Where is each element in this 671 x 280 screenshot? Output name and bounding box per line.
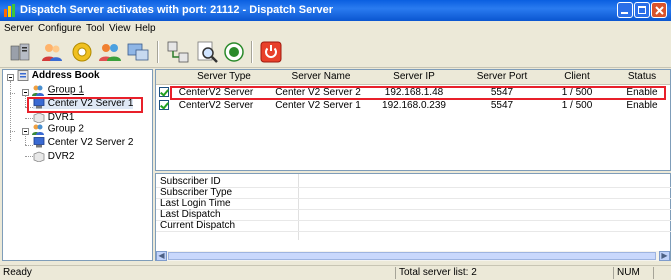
highlight-box <box>27 97 143 113</box>
tree-line <box>10 93 15 94</box>
tree-item-dvr2[interactable]: DVR2 <box>33 151 74 162</box>
details-row: Current Dispatch <box>156 220 671 232</box>
address-book-tree: Address Book Group 1 Center V2 Server 1 … <box>2 69 153 261</box>
address-book-icon <box>17 70 29 81</box>
tree-item-label: Center V2 Server 2 <box>47 137 134 149</box>
menu-tool[interactable]: Tool <box>86 23 104 34</box>
tree-group-label: Group 2 <box>47 123 84 135</box>
row-checkbox[interactable] <box>159 87 169 97</box>
cell-server-name: Center V2 Server 1 <box>275 100 361 111</box>
status-empty-panel <box>653 267 671 279</box>
maximize-button[interactable] <box>634 2 650 18</box>
close-icon <box>655 6 664 15</box>
toolbar-separator <box>157 41 159 63</box>
group-icon <box>32 124 44 135</box>
title-bar: Dispatch Server activates with port: 211… <box>0 0 671 21</box>
search-icon[interactable] <box>195 40 219 64</box>
status-total-servers: Total server list: 2 <box>395 267 595 279</box>
column-header-server-name[interactable]: Server Name <box>276 71 366 82</box>
tree-item-label: DVR1 <box>47 112 75 124</box>
dvr-icon <box>33 112 45 123</box>
minimize-button[interactable] <box>617 2 633 18</box>
connect-icon[interactable] <box>166 40 190 64</box>
tree-group-label: Group 1 <box>47 84 84 96</box>
menu-bar: Server Configure Tool View Help <box>0 21 671 36</box>
cell-server-port: 5547 <box>490 100 514 111</box>
grid-header: Server Type Server Name Server IP Server… <box>156 70 670 85</box>
tree-group-1[interactable]: Group 1 <box>31 84 84 96</box>
detail-label-last-dispatch: Last Dispatch <box>160 209 221 220</box>
detail-label-current-dispatch: Current Dispatch <box>160 220 236 231</box>
menu-view[interactable]: View <box>109 23 131 34</box>
cell-server-type: CenterV2 Server <box>178 100 254 111</box>
window-title: Dispatch Server activates with port: 211… <box>20 4 334 16</box>
cell-status: Enable <box>626 100 658 111</box>
status-ready: Ready <box>3 267 32 278</box>
subscriber-details-pane: Subscriber ID Subscriber Type Last Login… <box>155 173 671 261</box>
menu-server[interactable]: Server <box>4 23 33 34</box>
close-button[interactable] <box>651 2 667 18</box>
group-icon <box>32 85 44 96</box>
table-row[interactable]: CenterV2 Server Center V2 Server 1 192.1… <box>156 100 670 112</box>
power-icon[interactable] <box>259 40 283 64</box>
tree-item-label: DVR2 <box>47 151 75 163</box>
column-header-status[interactable]: Status <box>614 71 670 82</box>
tree-root-address-book[interactable]: Address Book <box>17 70 100 81</box>
column-header-client[interactable]: Client <box>542 71 612 82</box>
tree-root-label: Address Book <box>31 70 100 82</box>
status-bar: Ready Total server list: 2 NUM <box>0 265 671 280</box>
tree-item-dvr1[interactable]: DVR1 <box>33 112 74 123</box>
cell-client: 1 / 500 <box>561 100 593 111</box>
refresh-icon[interactable] <box>222 40 246 64</box>
network-icon[interactable] <box>126 40 150 64</box>
highlight-box <box>170 86 666 100</box>
column-header-server-ip[interactable]: Server IP <box>370 71 458 82</box>
scroll-right-button[interactable]: ▶ <box>659 251 670 261</box>
toolbar-separator <box>251 41 253 63</box>
dvr-icon <box>33 151 45 162</box>
column-header-server-type[interactable]: Server Type <box>186 71 262 82</box>
app-icon <box>4 4 15 17</box>
group-icon[interactable] <box>98 40 122 64</box>
tree-line <box>25 156 33 157</box>
detail-label-subscriber-type: Subscriber Type <box>160 187 233 198</box>
menu-help[interactable]: Help <box>135 23 156 34</box>
server-list-grid: Server Type Server Name Server IP Server… <box>155 69 671 171</box>
tree-group-2[interactable]: Group 2 <box>31 123 84 135</box>
detail-label-last-login-time: Last Login Time <box>160 198 231 209</box>
status-num-lock: NUM <box>613 267 653 279</box>
tree-item-center-v2-server-2[interactable]: Center V2 Server 2 <box>33 137 133 148</box>
horizontal-scrollbar[interactable]: ◀ ▶ <box>156 251 670 261</box>
collapse-toggle[interactable] <box>7 74 14 81</box>
server-icon <box>33 137 45 148</box>
tree-line <box>10 81 11 141</box>
collapse-toggle[interactable] <box>22 89 29 96</box>
menu-configure[interactable]: Configure <box>38 23 81 34</box>
collapse-toggle[interactable] <box>22 128 29 135</box>
scroll-left-button[interactable]: ◀ <box>156 251 167 261</box>
column-header-server-port[interactable]: Server Port <box>462 71 542 82</box>
detail-label-subscriber-id: Subscriber ID <box>160 176 221 187</box>
toolbar <box>0 37 671 68</box>
tree-line <box>10 131 15 132</box>
users-icon[interactable] <box>40 40 64 64</box>
cell-server-ip: 192.168.0.239 <box>382 100 446 111</box>
settings-icon[interactable] <box>70 40 94 64</box>
tree-line <box>25 145 33 146</box>
servers-icon[interactable] <box>8 40 32 64</box>
row-checkbox[interactable] <box>159 100 169 110</box>
tree-line <box>25 118 33 119</box>
scroll-thumb[interactable] <box>168 252 656 260</box>
